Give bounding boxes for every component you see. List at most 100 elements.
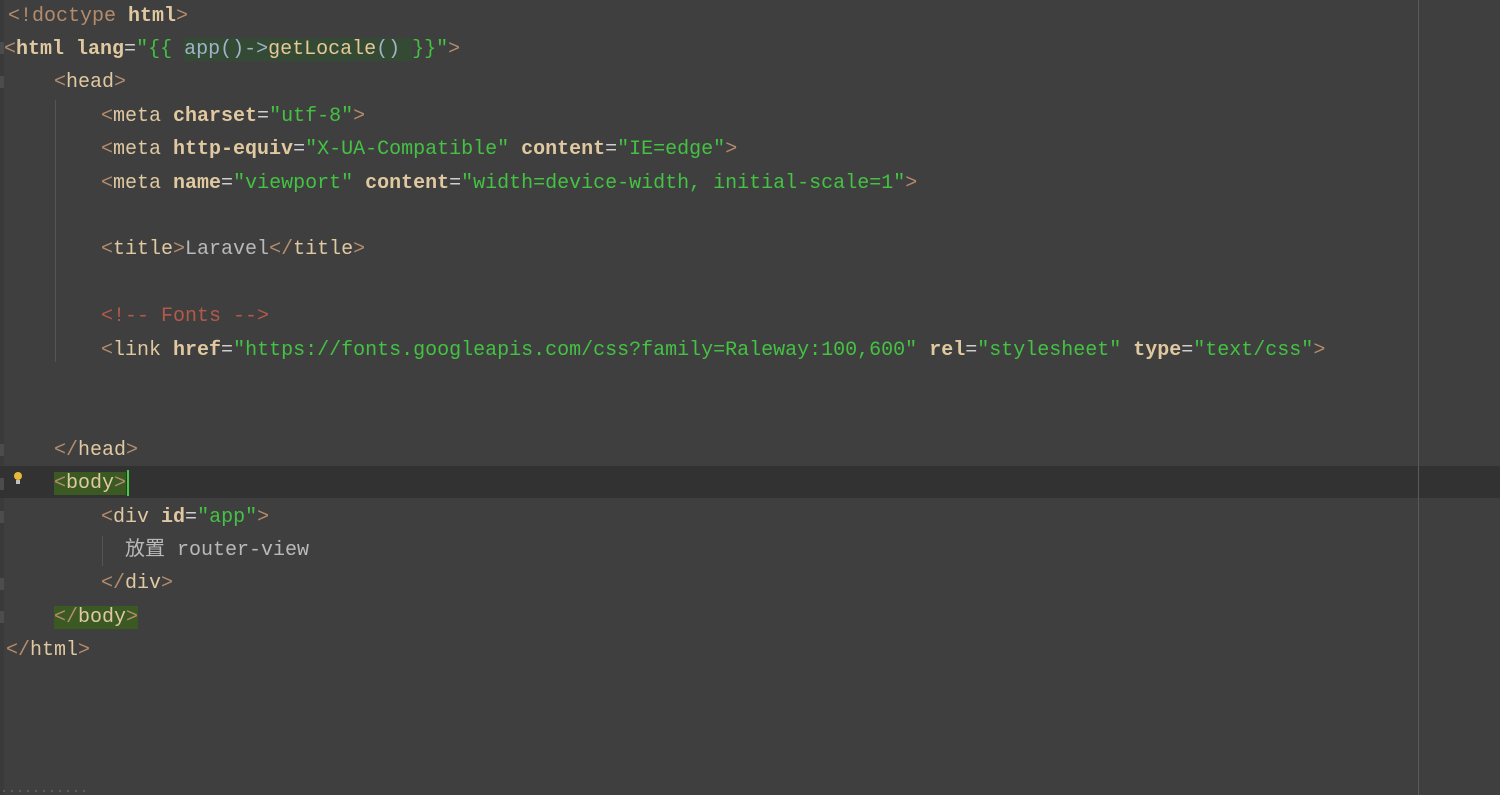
matched-tag-highlight: </body> [54, 606, 139, 629]
bulb-icon[interactable] [13, 472, 23, 490]
attr-name: charset [161, 105, 258, 128]
tag-bracket: < [101, 506, 114, 529]
tag-bracket: > [1313, 339, 1326, 362]
tag-bracket: < [101, 238, 114, 261]
attr-equals: = [221, 339, 234, 362]
attr-name: lang [64, 38, 125, 61]
doctype-name: html [128, 5, 177, 28]
tag-bracket: > [257, 506, 270, 529]
tag-name: head [66, 71, 115, 94]
attr-equals: = [605, 138, 618, 161]
attr-value: "app" [197, 506, 258, 529]
fold-marker[interactable] [0, 578, 4, 590]
attr-name: name [161, 172, 222, 195]
tag-bracket: < [4, 38, 17, 61]
code-editor[interactable]: <!doctype html> <html lang="{{ app()->ge… [0, 0, 1500, 795]
tag-name: head [78, 439, 127, 462]
code-line[interactable]: <head> [54, 66, 126, 99]
attr-value: "https://fonts.googleapis.com/css?family… [233, 339, 918, 362]
tag-name: html [16, 38, 65, 61]
attr-name: type [1121, 339, 1182, 362]
tag-bracket: < [54, 71, 67, 94]
tag-bracket: </ [6, 639, 31, 662]
tag-bracket: > [78, 639, 91, 662]
fold-marker[interactable] [0, 611, 4, 623]
attr-name: content [509, 138, 606, 161]
tag-bracket: > [126, 606, 139, 629]
code-line[interactable]: <link href="https://fonts.googleapis.com… [101, 334, 1325, 367]
code-line[interactable]: </html> [6, 634, 90, 667]
attr-value: "text/css" [1193, 339, 1314, 362]
code-line[interactable]: <body> [54, 467, 130, 500]
code-line[interactable]: <meta charset="utf-8"> [101, 100, 365, 133]
attr-equals: = [124, 38, 137, 61]
attr-equals: = [257, 105, 270, 128]
blade-expression: app()->getLocale() [184, 38, 413, 61]
attr-name: rel [917, 339, 966, 362]
fold-marker[interactable] [0, 76, 4, 88]
tag-bracket: < [101, 172, 114, 195]
code-line[interactable]: </head> [54, 434, 138, 467]
blade-parens: () [376, 38, 413, 61]
tag-bracket: > [353, 238, 366, 261]
tag-bracket: < [101, 339, 114, 362]
tag-name: link [113, 339, 162, 362]
code-comment: <!-- Fonts --> [101, 305, 270, 328]
attr-name: href [161, 339, 222, 362]
tag-bracket: < [101, 138, 114, 161]
tag-bracket: </ [101, 572, 126, 595]
fold-marker[interactable] [0, 478, 4, 490]
tag-bracket: </ [269, 238, 294, 261]
tag-name: title [293, 238, 354, 261]
tag-name: meta [113, 172, 162, 195]
code-line[interactable]: <html lang="{{ app()->getLocale() }}"> [4, 33, 460, 66]
indent-guide [102, 536, 103, 566]
tag-name: title [113, 238, 174, 261]
blade-function: getLocale [268, 38, 377, 61]
attr-value: "IE=edge" [617, 138, 726, 161]
fold-marker[interactable] [0, 444, 4, 456]
text-content: 放置 router-view [125, 539, 310, 562]
attr-equals: = [1181, 339, 1194, 362]
attr-equals: = [185, 506, 198, 529]
attr-equals: = [221, 172, 234, 195]
tag-bracket: > [725, 138, 738, 161]
tag-name: body [66, 472, 115, 495]
caret-row-highlight [0, 466, 1500, 498]
scrollbar-dots[interactable] [0, 788, 90, 794]
blade-open: "{{ [136, 38, 185, 61]
tag-bracket: > [176, 5, 189, 28]
tag-bracket: > [114, 472, 127, 495]
code-line[interactable]: <meta http-equiv="X-UA-Compatible" conte… [101, 133, 737, 166]
fold-marker[interactable] [0, 511, 4, 523]
attr-value: "utf-8" [269, 105, 354, 128]
code-line[interactable]: </div> [101, 567, 173, 600]
tag-bracket: > [126, 439, 139, 462]
tag-name: div [125, 572, 162, 595]
code-line[interactable]: <title>Laravel</title> [101, 233, 365, 266]
tag-name: div [113, 506, 150, 529]
tag-bracket: </ [54, 606, 79, 629]
code-line[interactable]: <!doctype html> [8, 0, 188, 33]
attr-equals: = [293, 138, 306, 161]
title-text: Laravel [185, 238, 270, 261]
attr-value: "X-UA-Compatible" [305, 138, 510, 161]
text-caret [127, 469, 130, 496]
tag-bracket: > [114, 71, 127, 94]
blade-call: app()-> [184, 38, 269, 61]
code-line[interactable]: </body> [54, 601, 139, 634]
code-line[interactable]: <!-- Fonts --> [101, 300, 269, 333]
code-line[interactable]: 放置 router-view [125, 534, 309, 567]
tag-name: html [30, 639, 79, 662]
editor-gutter[interactable] [0, 0, 4, 795]
attr-equals: = [449, 172, 462, 195]
attr-value: "stylesheet" [977, 339, 1122, 362]
attr-value: "viewport" [233, 172, 354, 195]
tag-bracket: > [448, 38, 461, 61]
tag-bracket: > [161, 572, 174, 595]
attr-name: http-equiv [161, 138, 294, 161]
tag-bracket: </ [54, 439, 79, 462]
code-line[interactable]: <div id="app"> [101, 501, 269, 534]
code-line[interactable]: <meta name="viewport" content="width=dev… [101, 167, 917, 200]
indent-guide [55, 100, 56, 362]
